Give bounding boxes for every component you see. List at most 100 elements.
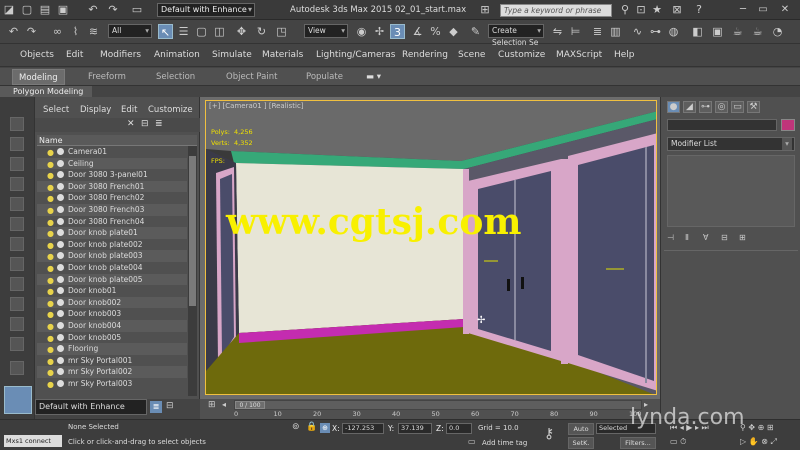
key-icon[interactable]: ⚷ — [544, 426, 554, 442]
menu-rendering[interactable]: Rendering — [402, 50, 448, 60]
set-key-button[interactable]: SetK. — [568, 437, 594, 449]
display-tab-icon[interactable]: ▭ — [731, 101, 744, 113]
explorer-filter-spacewarps-icon[interactable] — [10, 277, 24, 291]
explorer-filter-groups-icon[interactable] — [10, 297, 24, 311]
rendered-frame-icon[interactable]: ▣ — [710, 24, 725, 39]
remove-modifier-icon[interactable]: ⊟ — [721, 233, 728, 242]
timeline-toggle-icon[interactable]: ⊞ — [208, 400, 216, 410]
align-icon[interactable]: ⊨ — [568, 24, 583, 39]
list-item[interactable]: ● Camera01 — [37, 146, 187, 158]
render-icon[interactable]: ☕ — [730, 24, 745, 39]
open-file-icon[interactable]: ▤ — [38, 3, 52, 17]
named-selection-dropdown[interactable]: Create Selection Se — [488, 24, 544, 47]
binoculars-icon[interactable]: ⊞ — [478, 3, 492, 17]
explorer-menu-select[interactable]: Select — [43, 105, 69, 115]
key-filters-button[interactable]: Filters... — [620, 437, 656, 449]
lock-selection-icon[interactable]: 🔒 — [306, 422, 317, 432]
explorer-filter-cameras-icon[interactable] — [10, 237, 24, 251]
search-icon[interactable]: ⚲ — [618, 3, 632, 17]
render-setup-icon[interactable]: ◧ — [690, 24, 705, 39]
explorer-filter-helpers-icon[interactable] — [10, 257, 24, 271]
list-item[interactable]: ● Ceiling — [37, 157, 187, 170]
rect-selection-icon[interactable]: ▢ — [194, 24, 209, 39]
object-name-field[interactable] — [667, 119, 777, 131]
motion-tab-icon[interactable]: ◎ — [715, 101, 728, 113]
ribbon-tab-object-paint[interactable]: Object Paint — [226, 72, 277, 82]
clear-search-icon[interactable]: ✕ — [127, 119, 135, 129]
sort-icon[interactable]: ≣ — [155, 119, 163, 129]
undo-tool-icon[interactable]: ↶ — [6, 24, 21, 39]
polygon-modeling-panel[interactable]: Polygon Modeling — [0, 86, 92, 97]
list-item[interactable]: ● Door knob plate01 — [37, 227, 187, 239]
percent-snap-icon[interactable]: % — [428, 24, 443, 39]
z-coord-field[interactable]: 0.0 — [446, 423, 472, 434]
explorer-filter-shapes-icon[interactable] — [10, 197, 24, 211]
project-folder-icon[interactable]: ▭ — [130, 3, 144, 17]
ribbon-tab-freeform[interactable]: Freeform — [88, 72, 126, 82]
edit-named-sets-icon[interactable]: ✎ — [468, 24, 483, 39]
y-coord-field[interactable]: 37.139 — [398, 423, 432, 434]
menu-objects[interactable]: Objects — [20, 50, 54, 60]
app-logo-icon[interactable]: ◪ — [2, 3, 16, 17]
create-tab-icon[interactable]: ● — [667, 101, 680, 113]
list-item[interactable]: ● Door 3080 French03 — [37, 204, 187, 216]
search-input[interactable]: Type a keyword or phrase — [500, 4, 612, 17]
bind-spacewarp-icon[interactable]: ≋ — [86, 24, 101, 39]
explorer-layer-icon[interactable]: ≣ — [150, 401, 162, 413]
camera-viewport[interactable]: ✢ [+] [Camera01 ] [Realistic] Polys: 4,2… — [205, 100, 657, 395]
x-coord-field[interactable]: -127.253 — [342, 423, 384, 434]
modifier-list-dropdown[interactable]: Modifier List — [667, 137, 795, 151]
viewport-nav-icons[interactable]: ⚲ ✥ ⊕ ⊞ — [740, 423, 774, 432]
explorer-column-header[interactable]: Name — [37, 135, 197, 146]
make-unique-icon[interactable]: ∀ — [703, 233, 708, 242]
list-item[interactable]: ● Door knob plate004 — [37, 262, 187, 274]
layer-manager-icon[interactable]: ≣ — [590, 24, 605, 39]
redo-icon[interactable]: ↷ — [106, 3, 120, 17]
list-item[interactable]: ● Door knob004 — [37, 320, 187, 332]
link-icon[interactable]: ∞ — [50, 24, 65, 39]
explorer-menu-customize[interactable]: Customize — [148, 105, 193, 115]
explorer-select-icon[interactable] — [10, 117, 24, 131]
pivot-center-icon[interactable]: ◉ — [354, 24, 369, 39]
subscription-icon[interactable]: ⊡ — [634, 3, 648, 17]
rotate-icon[interactable]: ↻ — [254, 24, 269, 39]
mirror-icon[interactable]: ⇋ — [550, 24, 565, 39]
explorer-menu-display[interactable]: Display — [80, 105, 111, 115]
pin-stack-icon[interactable]: ⊣ — [667, 233, 674, 242]
scale-icon[interactable]: ◳ — [274, 24, 289, 39]
list-item[interactable]: ● Door knob002 — [37, 296, 187, 309]
schematic-view-icon[interactable]: ⊶ — [648, 24, 663, 39]
explorer-hierarchy-icon[interactable] — [10, 157, 24, 171]
absolute-mode-icon[interactable]: ⊕ — [320, 423, 330, 433]
new-file-icon[interactable]: ▢ — [20, 3, 34, 17]
ribbon-options-icon[interactable]: ▬ ▾ — [366, 72, 381, 82]
explorer-layer-dropdown[interactable]: Default with Enhance — [35, 399, 147, 415]
menu-help[interactable]: Help — [614, 50, 635, 60]
list-item[interactable]: ● Door 3080 French02 — [37, 192, 187, 204]
time-tag-icon[interactable]: ▭ — [468, 437, 476, 446]
curve-editor-icon[interactable]: ∿ — [630, 24, 645, 39]
viewport-nav-icons-2[interactable]: ▷ ✋ ⊗ ⤢ — [740, 437, 777, 447]
explorer-filter-lights-icon[interactable] — [10, 217, 24, 231]
snap-toggle-icon[interactable]: 3 — [390, 24, 405, 39]
list-item[interactable]: ● Door knob003 — [37, 308, 187, 320]
workspace-dropdown[interactable]: Default with Enhance — [157, 3, 255, 17]
undo-icon[interactable]: ↶ — [86, 3, 100, 17]
menu-scene[interactable]: Scene — [458, 50, 485, 60]
timeline-ruler[interactable]: 0 10 20 30 40 50 60 70 80 90 100 — [234, 399, 642, 421]
menu-animation[interactable]: Animation — [154, 50, 200, 60]
prev-frame-icon[interactable]: ◂ — [222, 400, 226, 409]
material-editor-icon[interactable]: ◍ — [666, 24, 681, 39]
list-item[interactable]: ● mr Sky Portal002 — [37, 366, 187, 378]
menu-lighting-cameras[interactable]: Lighting/Cameras — [316, 50, 395, 60]
list-item[interactable]: ● mr Sky Portal001 — [37, 355, 187, 367]
help-icon[interactable]: ? — [692, 3, 706, 17]
ribbon-tab-modeling[interactable]: Modeling — [12, 69, 65, 85]
explorer-options-icon[interactable]: ⊟ — [166, 401, 174, 411]
save-file-icon[interactable]: ▣ — [56, 3, 70, 17]
menu-maxscript[interactable]: MAXScript — [556, 50, 602, 60]
list-item[interactable]: ● Door knob01 — [37, 285, 187, 297]
close-button[interactable]: ✕ — [776, 2, 794, 17]
menu-simulate[interactable]: Simulate — [212, 50, 252, 60]
ribbon-tab-selection[interactable]: Selection — [156, 72, 195, 82]
